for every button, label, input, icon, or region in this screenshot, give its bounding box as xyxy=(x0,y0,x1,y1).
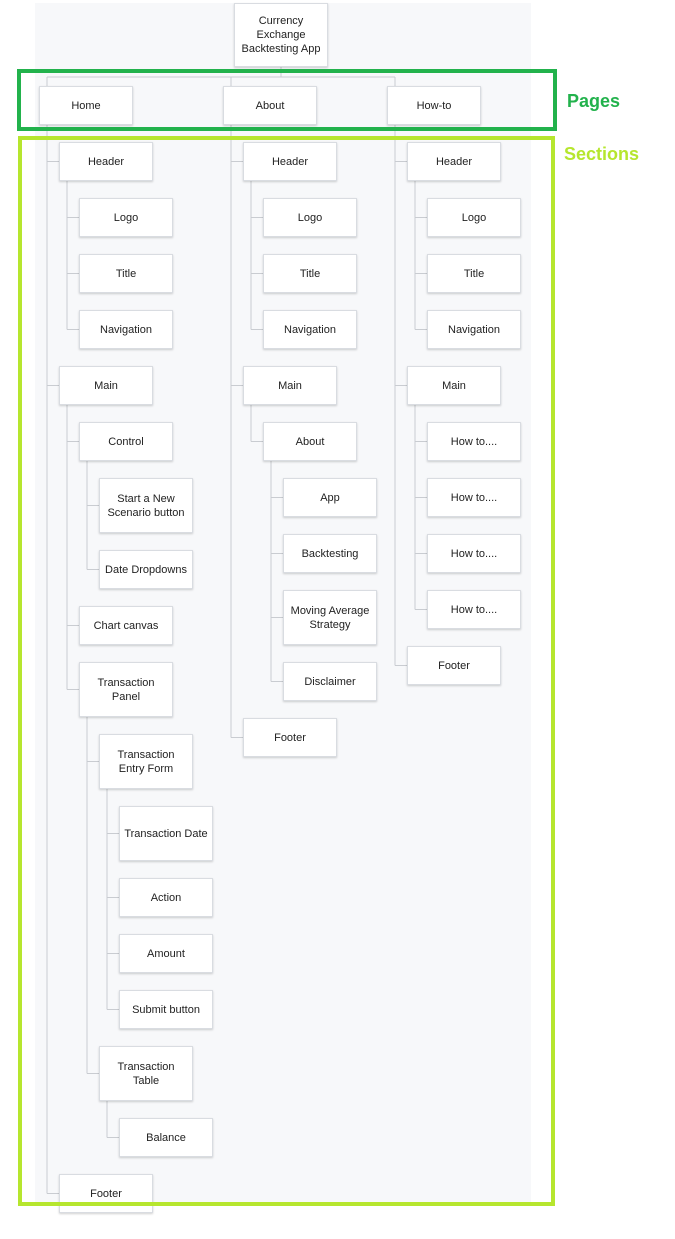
sections-frame xyxy=(18,136,555,1206)
root-node-currency-exchange-backtesting-app: Currency Exchange Backtesting App xyxy=(234,3,328,67)
pages-frame xyxy=(17,69,557,131)
pages-label: Pages xyxy=(567,91,621,111)
sections-label: Sections xyxy=(564,144,640,164)
